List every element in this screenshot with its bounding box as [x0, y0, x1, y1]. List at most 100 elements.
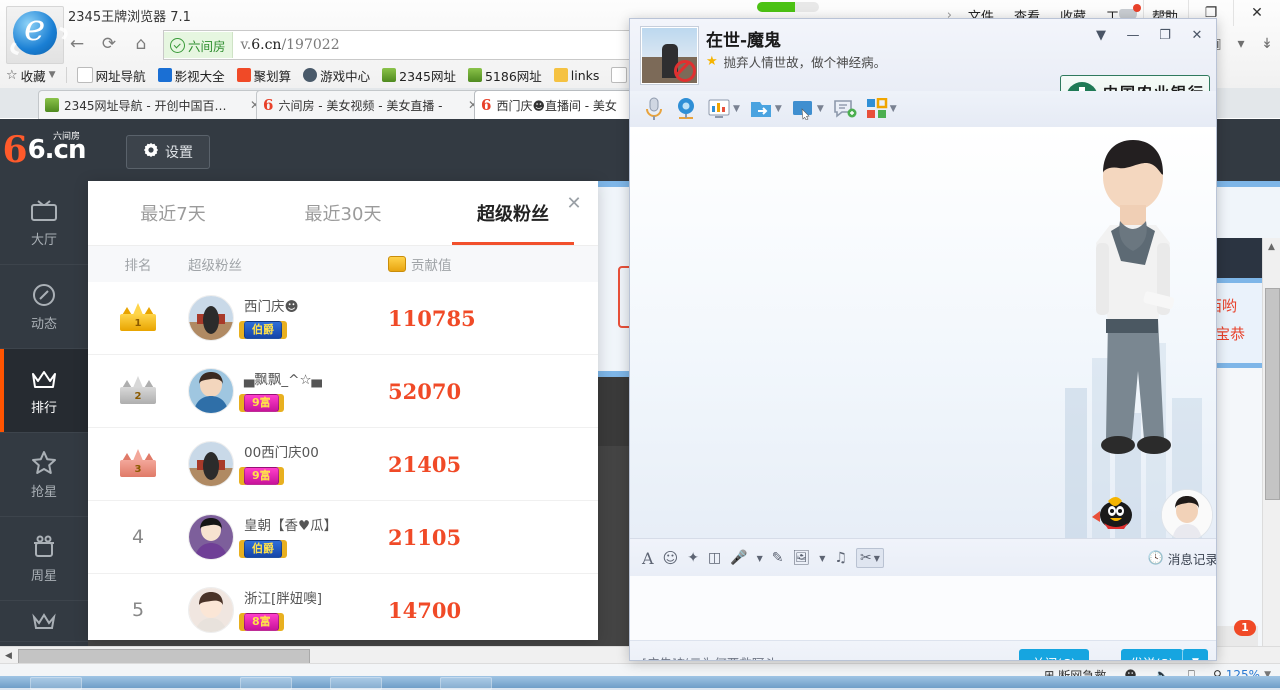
- avatar[interactable]: [188, 295, 234, 341]
- taskbar-item[interactable]: [440, 677, 492, 690]
- contribution-value: 52070: [388, 378, 462, 404]
- chevron-down-icon[interactable]: ▼: [890, 104, 897, 114]
- message-history-button[interactable]: 🕓 消息记录 ▼: [1148, 549, 1216, 568]
- navigation-buttons: ← ⟳ ⌂: [62, 28, 158, 60]
- sidebar-item-hall[interactable]: 大厅: [0, 181, 88, 265]
- chevron-down-icon[interactable]: ▼: [775, 104, 782, 114]
- bookmark-item-6[interactable]: links: [548, 64, 606, 86]
- chevron-down-icon[interactable]: ▼: [874, 554, 880, 563]
- bookmark-item-4[interactable]: 2345网址: [376, 64, 462, 86]
- table-row[interactable]: 1 西门庆☻ 伯爵 110785: [88, 282, 598, 355]
- send-button[interactable]: 发送(S): [1121, 649, 1183, 660]
- bookmark-item-5[interactable]: 5186网址: [462, 64, 548, 86]
- contact-avatar[interactable]: [641, 27, 698, 84]
- settings-button[interactable]: 设置: [126, 135, 210, 169]
- minimize-button[interactable]: —: [1118, 24, 1148, 46]
- column-header-fan: 超级粉丝: [188, 258, 242, 274]
- chevron-down-icon[interactable]: ▼: [733, 104, 740, 114]
- close-chat-button[interactable]: 关闭(C): [1019, 649, 1089, 660]
- magic-icon[interactable]: ✦: [687, 550, 699, 566]
- chevron-down-icon[interactable]: ▼: [819, 554, 825, 563]
- emoji-icon[interactable]: ☺: [663, 549, 679, 567]
- webcam-icon[interactable]: [671, 95, 701, 123]
- font-icon[interactable]: A: [642, 549, 654, 568]
- sidebar-item-weekstar[interactable]: 周星: [0, 517, 88, 601]
- avatar[interactable]: [188, 441, 234, 487]
- chevron-down-icon[interactable]: ▼: [757, 554, 763, 563]
- car-gift-badge: 1: [1234, 620, 1256, 636]
- scrollbar-thumb[interactable]: [18, 649, 310, 664]
- bookmark-item-3[interactable]: 游戏中心: [297, 64, 376, 86]
- send-options-chevron-icon[interactable]: ▼: [1182, 649, 1208, 660]
- image-icon[interactable]: 🖼: [793, 550, 811, 566]
- url-path: /197022: [281, 37, 340, 53]
- table-row[interactable]: 2 ▄飘飘_^☆▄ 9富 52070: [88, 355, 598, 428]
- site-logo[interactable]: 6 6.cn 六间房: [0, 119, 88, 181]
- tab-super-fans[interactable]: 超级粉丝: [428, 181, 598, 245]
- qq-penguin-icon[interactable]: [1090, 493, 1138, 533]
- avatar[interactable]: [188, 514, 234, 560]
- table-row[interactable]: 4 皇朝【香♥瓜】 伯爵 21105: [88, 501, 598, 574]
- tab-last-30-days[interactable]: 最近30天: [258, 181, 428, 245]
- table-row[interactable]: 5 浙江[胖妞噢] 8富 14700: [88, 574, 598, 640]
- 2345-icon: [45, 98, 59, 112]
- taskbar-item[interactable]: [330, 677, 382, 690]
- bookmark-item-0[interactable]: 网址导航: [71, 64, 152, 86]
- message-history-area[interactable]: [630, 127, 1216, 541]
- group-note-icon[interactable]: [830, 95, 860, 123]
- maximize-button[interactable]: ❐: [1150, 24, 1180, 46]
- crown-gold-icon: 1: [120, 303, 156, 331]
- contact-signature-row: ★ 抛弃人情世故，做个神经病。: [706, 52, 886, 71]
- chevron-down-icon[interactable]: ▼: [1086, 24, 1116, 46]
- logo-subtitle: 六间房: [52, 132, 80, 142]
- note-icon[interactable]: ✎: [772, 550, 784, 566]
- bookmark-favorites[interactable]: ☆ 收藏 ▼: [0, 64, 62, 86]
- back-icon[interactable]: ←: [62, 29, 92, 59]
- microphone-icon[interactable]: [640, 95, 668, 123]
- scrollbar-thumb[interactable]: [1265, 288, 1280, 500]
- security-label: 六间房: [188, 38, 226, 54]
- music-icon[interactable]: ♫: [834, 550, 847, 566]
- close-button[interactable]: ✕: [1233, 0, 1280, 26]
- taskbar-item[interactable]: [240, 677, 292, 690]
- bookmark-item-2[interactable]: 聚划算: [231, 64, 298, 86]
- shake-icon[interactable]: ◫: [708, 550, 721, 566]
- table-row[interactable]: 3 00西门庆00 9富 21405: [88, 428, 598, 501]
- page-vertical-scrollbar[interactable]: ▲: [1262, 238, 1280, 666]
- message-input[interactable]: [630, 576, 1216, 640]
- ad-text-link[interactable]: [广告]赵云为何要救阿斗: [642, 653, 777, 660]
- sidebar-item-feed[interactable]: 动态: [0, 265, 88, 349]
- remote-desktop-icon[interactable]: ▼: [788, 95, 827, 123]
- scroll-left-icon[interactable]: ◀: [0, 647, 17, 664]
- download-icon[interactable]: ↡: [1254, 31, 1280, 57]
- tab-label: 六间房 - 美女视频 - 美女直播 -: [278, 98, 443, 113]
- refresh-icon[interactable]: ⟳: [94, 29, 124, 59]
- 2345-icon: [382, 68, 397, 82]
- sidebar-item-more[interactable]: [0, 601, 88, 642]
- chevron-down-icon[interactable]: ▼: [817, 104, 824, 114]
- taskbar-item[interactable]: [30, 677, 82, 690]
- apps-icon[interactable]: ▼: [863, 95, 900, 123]
- sidebar-item-ranking[interactable]: 排行: [0, 349, 88, 433]
- scroll-up-icon[interactable]: ▲: [1263, 238, 1280, 255]
- fan-name: 00西门庆00: [244, 445, 319, 462]
- user-avatar[interactable]: [1161, 489, 1213, 541]
- voice-icon[interactable]: 🎤: [730, 550, 747, 566]
- screenshot-scissors-button[interactable]: ✂ ▼: [856, 548, 884, 568]
- screen-share-icon[interactable]: ▼: [704, 95, 743, 123]
- bookmark-label: 2345网址: [399, 68, 456, 84]
- fan-cell: 浙江[胖妞噢] 8富: [188, 587, 388, 633]
- bookmark-item-1[interactable]: 影视大全: [152, 64, 231, 86]
- close-button[interactable]: ✕: [1182, 24, 1212, 46]
- tab-last-7-days[interactable]: 最近7天: [88, 181, 258, 245]
- avatar[interactable]: [188, 368, 234, 414]
- sidebar-item-star[interactable]: 抢星: [0, 433, 88, 517]
- tab-0[interactable]: 2345网址导航 - 开创中国百年品 ✕: [38, 90, 267, 119]
- file-transfer-icon[interactable]: ▼: [746, 95, 785, 123]
- level-badge: 伯爵: [244, 320, 282, 339]
- tab-1[interactable]: 6 六间房 - 美女视频 - 美女直播 - ✕: [256, 90, 485, 119]
- chevron-down-icon[interactable]: ▾: [1228, 31, 1254, 57]
- avatar[interactable]: [188, 587, 234, 633]
- home-icon[interactable]: ⌂: [126, 29, 156, 59]
- sixcn-icon: 6: [481, 96, 492, 114]
